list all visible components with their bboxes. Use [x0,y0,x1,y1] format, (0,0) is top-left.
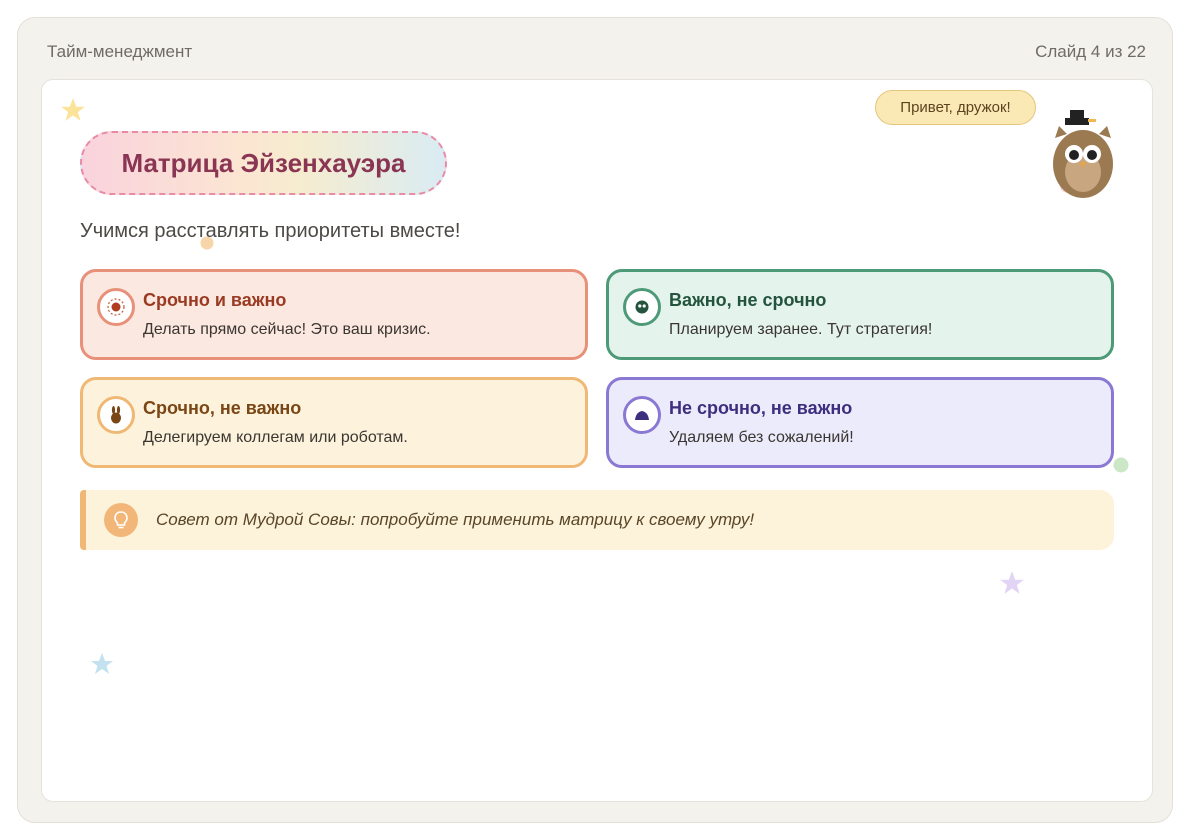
trash-pile-icon [623,396,661,434]
lightbulb-icon [104,503,138,537]
slide-subtitle: Учимся расставлять приоритеты вместе! [80,220,461,242]
presentation-title: Тайм-менеджмент [47,42,193,61]
presentation-window: Тайм-менеджмент Слайд 4 из 22 Привет, др… [17,17,1173,823]
slide-counter: Слайд 4 из 22 [1035,42,1146,61]
quadrant-description: Планируем заранее. Тут стратегия! [669,321,933,338]
dot-decoration-icon [1113,457,1129,473]
quadrant-title: Срочно и важно [143,290,287,310]
quadrant-not-urgent-not-important: Не срочно, не важно Удаляем без сожалени… [606,377,1114,468]
slide-title-pill: Матрица Эйзенхауэра [80,131,447,195]
tip-text: Совет от Мудрой Совы: попробуйте примени… [156,510,755,529]
star-decoration-icon [61,98,85,121]
fire-icon [97,288,135,326]
quadrant-title: Срочно, не важно [143,398,302,418]
tip-banner: Совет от Мудрой Совы: попробуйте примени… [80,490,1114,550]
quadrant-urgent-important: Срочно и важно Делать прямо сейчас! Это … [80,269,588,360]
quadrant-important-not-urgent: Важно, не срочно Планируем заранее. Тут … [606,269,1114,360]
quadrant-title: Важно, не срочно [669,290,827,310]
quadrant-description: Удаляем без сожалений! [669,429,854,446]
slide-canvas: Привет, дружок! Матрица Эйзенхауэра Учим… [41,79,1153,802]
slide-title: Матрица Эйзенхауэра [121,147,406,178]
quadrant-title: Не срочно, не важно [669,398,853,418]
star-decoration-icon [91,653,113,674]
quadrant-urgent-not-important: Срочно, не важно Делегируем коллегам или… [80,377,588,468]
bunny-icon [97,396,135,434]
quadrant-description: Делать прямо сейчас! Это ваш кризис. [143,321,431,338]
owl-mascot-icon [1053,110,1113,198]
owl-face-icon [623,288,661,326]
quadrant-description: Делегируем коллегам или роботам. [143,429,408,446]
star-decoration-icon [1000,571,1024,594]
greeting-bubble: Привет, дружок! [875,90,1036,125]
